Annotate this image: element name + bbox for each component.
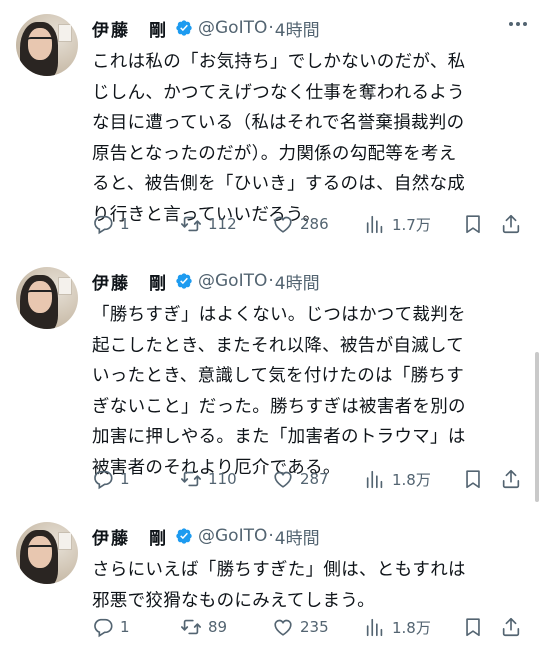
views-button[interactable]: 1.8万 (364, 615, 431, 639)
author-name[interactable]: 伊藤 剛 (92, 269, 168, 294)
timestamp[interactable]: 4時間 (275, 524, 320, 549)
timestamp[interactable]: 4時間 (275, 269, 320, 294)
text-line: 加害に押しやる。また「加害者のトラウマ」は (92, 427, 466, 447)
tweet[interactable]: 伊藤 剛 @GoITO · 4時間 これは私の「お気持ち」でしかないのだが、私 … (0, 14, 543, 244)
tweet-header: 伊藤 剛 @GoITO · 4時間 (92, 269, 320, 294)
text-line: な目に遭っている（私はそれで名誉棄損裁判の (92, 113, 465, 133)
tweet-header: 伊藤 剛 @GoITO · 4時間 (92, 16, 320, 41)
share-button[interactable] (500, 212, 522, 236)
reply-icon (94, 215, 113, 235)
verified-badge-icon (176, 273, 192, 289)
bookmark-icon (466, 215, 480, 234)
share-button[interactable] (500, 615, 522, 639)
avatar[interactable] (16, 14, 78, 76)
reply-count: 1 (120, 215, 130, 233)
retweet-icon (181, 619, 201, 635)
text-line: いったとき、意識して気を付けたのは「勝ちす (92, 366, 465, 386)
reply-icon (94, 470, 113, 490)
text-line: 起こしたとき、またそれ以降、被告が自滅して (92, 335, 465, 356)
retweet-button[interactable]: 112 (180, 212, 237, 236)
tweet-text: これは私の「お気持ち」でしかないのだが、私 じしん、かつてえげつなく仕事を奪われ… (92, 47, 524, 230)
reply-icon (94, 618, 113, 638)
more-options-icon[interactable] (509, 22, 527, 26)
text-line: 邪悪で狡猾なものにみえてしまう。 (92, 590, 375, 611)
tweet-actions: 1 112 286 1.7万 (92, 212, 532, 236)
text-line: さらにいえば「勝ちすぎた」側は、ともすれは (92, 560, 466, 580)
text-line: じしん、かつてえげつなく仕事を奪われるよう (92, 82, 465, 103)
view-count: 1.8万 (392, 470, 431, 489)
share-icon (502, 214, 520, 234)
reply-button[interactable]: 1 (92, 615, 130, 639)
tweet[interactable]: 伊藤 剛 @GoITO · 4時間 さらにいえば「勝ちすぎた」側は、ともすれは … (0, 522, 543, 654)
bookmark-icon (466, 618, 480, 637)
timeline: 伊藤 剛 @GoITO · 4時間 これは私の「お気持ち」でしかないのだが、私 … (0, 0, 543, 654)
author-handle[interactable]: @GoITO (198, 271, 267, 291)
tweet-text: 「勝ちすぎ」はよくない。じつはかつて裁判を 起こしたとき、またそれ以降、被告が自… (92, 300, 524, 483)
share-icon (502, 469, 520, 489)
avatar[interactable] (16, 267, 78, 329)
like-button[interactable]: 287 (272, 467, 329, 491)
reply-count: 1 (120, 618, 130, 636)
analytics-icon (366, 215, 383, 234)
reply-button[interactable]: 1 (92, 467, 130, 491)
bookmark-button[interactable] (462, 615, 484, 639)
retweet-button[interactable]: 110 (180, 467, 237, 491)
like-button[interactable]: 235 (272, 615, 329, 639)
text-line: 原告となったのだが）。力関係の勾配等を考え (92, 143, 457, 164)
avatar[interactable] (16, 522, 78, 584)
like-count: 286 (300, 215, 329, 233)
author-name[interactable]: 伊藤 剛 (92, 524, 168, 549)
author-name[interactable]: 伊藤 剛 (92, 16, 168, 41)
reply-count: 1 (120, 470, 130, 488)
retweet-icon (181, 471, 201, 487)
heart-icon (274, 619, 292, 636)
bookmark-icon (466, 470, 480, 489)
like-count: 235 (300, 618, 329, 636)
timestamp[interactable]: 4時間 (275, 16, 320, 41)
tweet-text: さらにいえば「勝ちすぎた」側は、ともすれは 邪悪で狡猾なものにみえてしまう。 (92, 555, 524, 616)
text-line: これは私の「お気持ち」でしかないのだが、私 (92, 52, 466, 72)
bookmark-button[interactable] (462, 467, 484, 491)
like-button[interactable]: 286 (272, 212, 329, 236)
author-handle[interactable]: @GoITO (198, 526, 267, 546)
author-handle[interactable]: @GoITO (198, 18, 267, 38)
views-button[interactable]: 1.7万 (364, 212, 431, 236)
heart-icon (274, 471, 292, 488)
reply-button[interactable]: 1 (92, 212, 130, 236)
view-count: 1.7万 (392, 215, 431, 234)
retweet-count: 89 (208, 618, 228, 636)
view-count: 1.8万 (392, 618, 431, 637)
retweet-icon (181, 216, 201, 232)
share-icon (502, 617, 520, 637)
like-count: 287 (300, 470, 329, 488)
tweet[interactable]: 伊藤 剛 @GoITO · 4時間 「勝ちすぎ」はよくない。じつはかつて裁判を … (0, 267, 543, 497)
retweet-count: 112 (208, 215, 237, 233)
text-line: ぎないこと」だった。勝ちすぎは被害者を別の (92, 396, 466, 417)
analytics-icon (366, 618, 383, 637)
retweet-count: 110 (208, 470, 237, 488)
share-button[interactable] (500, 467, 522, 491)
tweet-actions: 1 110 287 1.8万 (92, 467, 532, 491)
views-button[interactable]: 1.8万 (364, 467, 431, 491)
verified-badge-icon (176, 528, 192, 544)
heart-icon (274, 216, 292, 233)
retweet-button[interactable]: 89 (180, 615, 227, 639)
scrollbar[interactable] (535, 352, 539, 502)
verified-badge-icon (176, 20, 192, 36)
tweet-actions: 1 89 235 1.8万 (92, 615, 532, 639)
analytics-icon (366, 470, 383, 489)
text-line: ると、被告側を「ひいき」するのは、自然な成 (92, 174, 466, 194)
tweet-header: 伊藤 剛 @GoITO · 4時間 (92, 524, 320, 549)
bookmark-button[interactable] (462, 212, 484, 236)
text-line: 「勝ちすぎ」はよくない。じつはかつて裁判を (92, 305, 466, 325)
